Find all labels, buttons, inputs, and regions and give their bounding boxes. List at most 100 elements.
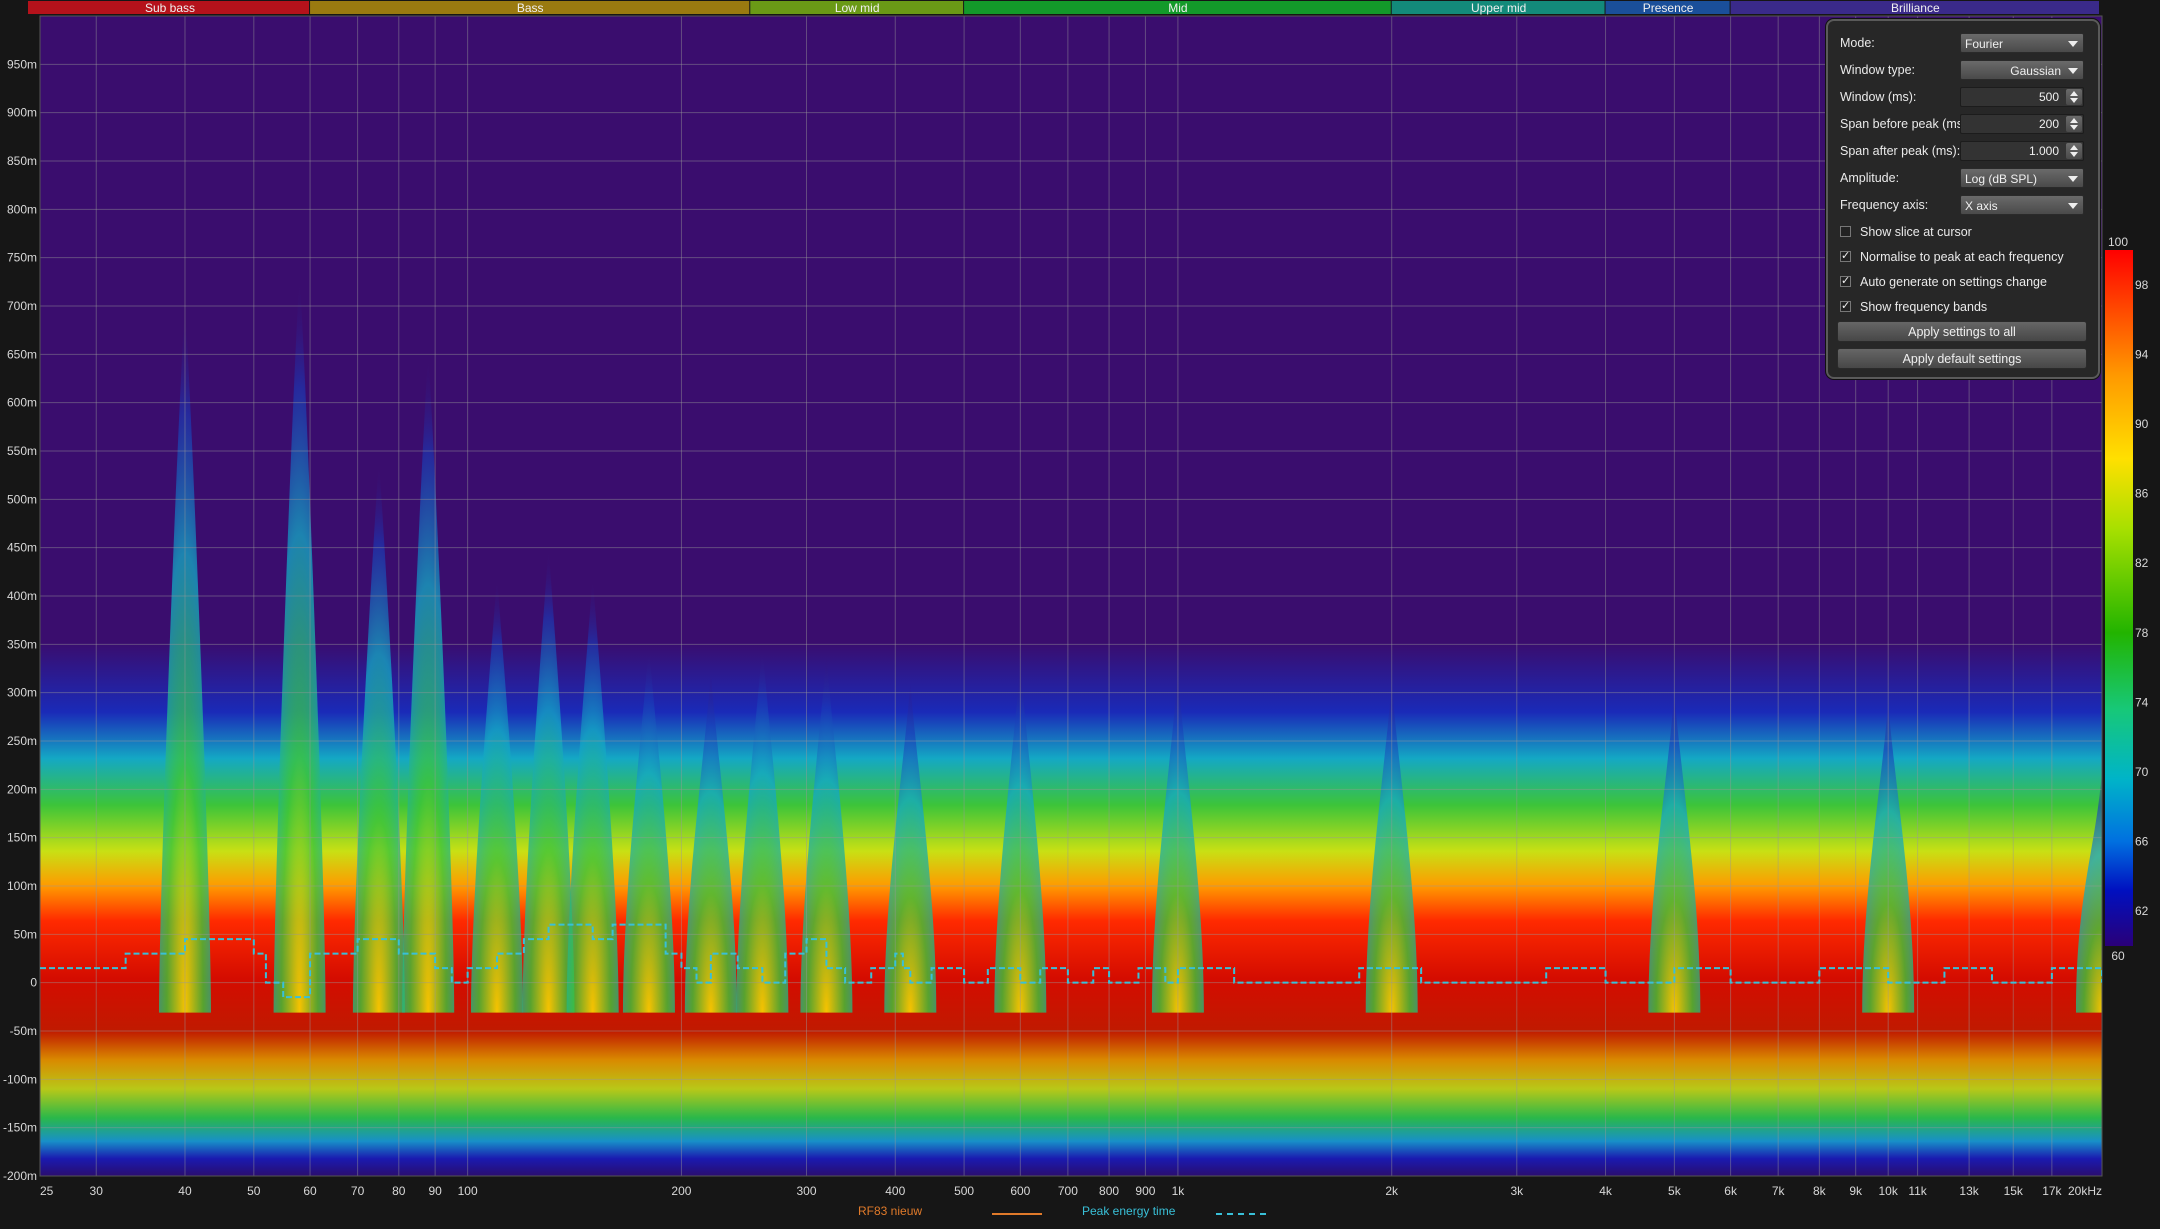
mode-label: Mode: [1840,36,1875,50]
x-tick-label: 11k [1908,1184,1927,1198]
x-tick-label: 10k [1879,1184,1899,1198]
amplitude-select[interactable]: Log (dB SPL) [1960,168,2084,188]
span-after-value: 1.000 [2028,144,2059,158]
span-after-label: Span after peak (ms): [1840,144,1961,158]
chevron-down-icon [2068,203,2078,209]
x-tick-label: 7k [1772,1184,1786,1198]
y-tick-label: 250m [7,734,37,748]
x-tick-label: 15k [2004,1184,2024,1198]
y-tick-label: -50m [10,1024,37,1038]
mode-select[interactable]: Fourier [1960,33,2084,53]
colorbar-label: 70 [2135,765,2149,779]
x-tick-label: 8k [1813,1184,1827,1198]
y-tick-label: 800m [7,202,37,216]
colorbar-label: 98 [2135,278,2149,292]
window-type-select[interactable]: Gaussian [1960,60,2084,80]
colorbar-label: 66 [2135,835,2149,849]
x-tick-label: 300 [797,1184,817,1198]
amplitude-value: Log (dB SPL) [1965,172,2038,186]
y-tick-label: 350m [7,637,37,651]
y-tick-label: -100m [3,1072,37,1086]
checkbox-box[interactable] [1840,226,1851,237]
colorbar-label: 62 [2135,904,2149,918]
x-tick-label: 25 [40,1184,54,1198]
x-tick-label: 17k [2042,1184,2062,1198]
x-tick-label: 90 [428,1184,442,1198]
checkbox-box[interactable]: ✓ [1840,251,1851,262]
mode-value: Fourier [1965,37,2004,51]
frequency-axis-select[interactable]: X axis [1960,195,2084,215]
legend-series1-swatch [992,1213,1042,1215]
y-tick-label: 650m [7,347,37,361]
y-tick-label: 750m [7,251,37,265]
frequency-axis-value: X axis [1965,199,1998,213]
x-tick-label: 900 [1135,1184,1155,1198]
normalise-text: Normalise to peak at each frequency [1860,250,2064,264]
x-tick-label: 9k [1849,1184,1863,1198]
spin-arrows-icon[interactable] [2066,116,2082,132]
x-axis-labels: 25 30 40 50 60 70 80 90 100 200 300 400 500 600 700 800… [40,1184,2102,1198]
frequency-axis-label: Frequency axis: [1840,198,1929,212]
y-tick-label: 700m [7,299,37,313]
colorbar-label: 86 [2135,487,2149,501]
x-tick-label: 60 [303,1184,317,1198]
x-tick-label: 700 [1058,1184,1078,1198]
x-tick-label: 200 [671,1184,691,1198]
window-type-label: Window type: [1840,63,1916,77]
chevron-down-icon [2068,176,2078,182]
spin-arrows-icon[interactable] [2066,143,2082,159]
show-slice-text: Show slice at cursor [1860,225,1972,239]
span-before-value: 200 [2038,117,2059,131]
color-scale-bar [2105,250,2133,946]
span-after-stepper[interactable]: 1.000 [1960,141,2084,161]
legend-series2-swatch [1216,1213,1266,1215]
legend-series1-label: RF83 nieuw [858,1204,923,1218]
x-tick-label: 50 [247,1184,261,1198]
apply-settings-to-all-button[interactable]: Apply settings to all [1837,321,2087,342]
colorbar-label: 78 [2135,626,2149,640]
show-bands-text: Show frequency bands [1860,300,1988,314]
colorbar-label: 94 [2135,347,2149,361]
spin-arrows-icon[interactable] [2066,89,2082,105]
colorbar-label: 82 [2135,556,2149,570]
x-tick-label: 600 [1010,1184,1030,1198]
x-tick-label: 2k [1385,1184,1399,1198]
window-ms-stepper[interactable]: 500 [1960,87,2084,107]
y-tick-label: 50m [14,927,37,941]
x-tick-label: 1k [1172,1184,1186,1198]
colorbar-label: 60 [2111,949,2125,963]
y-tick-label: 450m [7,541,37,555]
y-tick-label: 400m [7,589,37,603]
y-axis-labels: -200m -150m -100m -50m 0 50m 100m 150m 200m 250m 3… [3,57,37,1183]
window-ms-value: 500 [2038,90,2059,104]
amplitude-label: Amplitude: [1840,171,1900,185]
y-tick-label: 300m [7,686,37,700]
checkbox-box[interactable]: ✓ [1840,276,1851,287]
x-tick-label: 70 [351,1184,365,1198]
window-ms-label: Window (ms): [1840,90,1917,104]
x-tick-label: 4k [1599,1184,1613,1198]
x-tick-label: 800 [1099,1184,1119,1198]
y-tick-label: 100m [7,879,37,893]
y-tick-label: 600m [7,396,37,410]
span-before-stepper[interactable]: 200 [1960,114,2084,134]
x-tick-label: 6k [1724,1184,1738,1198]
y-tick-label: 500m [7,492,37,506]
y-tick-label: 150m [7,831,37,845]
y-tick-label: 550m [7,444,37,458]
span-before-label: Span before peak (ms): [1840,117,1971,131]
colorbar-label: 100 [2108,235,2128,249]
x-tick-label: 3k [1510,1184,1524,1198]
colorbar-label: 90 [2135,417,2149,431]
colorbar-label: 74 [2135,695,2149,709]
y-tick-label: 200m [7,782,37,796]
chevron-down-icon [2068,68,2078,74]
settings-panel: Mode: Fourier Window type: Gaussian Wind… [1826,19,2100,379]
x-tick-label: 100 [458,1184,478,1198]
legend-series2-label: Peak energy time [1082,1204,1176,1218]
y-tick-label: 900m [7,106,37,120]
x-tick-label: 30 [90,1184,104,1198]
apply-default-settings-button[interactable]: Apply default settings [1837,348,2087,369]
checkbox-box[interactable]: ✓ [1840,301,1851,312]
x-tick-label: 40 [178,1184,192,1198]
